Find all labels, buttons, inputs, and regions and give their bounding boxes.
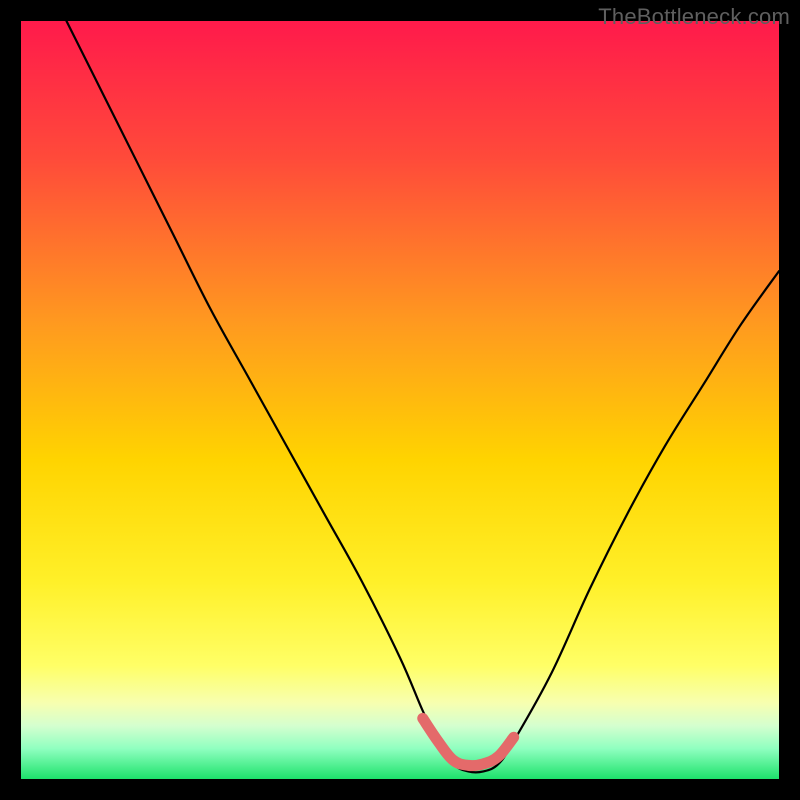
bottleneck-chart: [21, 21, 779, 779]
chart-frame: TheBottleneck.com: [0, 0, 800, 800]
plot-area: [21, 21, 779, 779]
watermark-label: TheBottleneck.com: [598, 4, 790, 30]
gradient-background: [21, 21, 779, 779]
